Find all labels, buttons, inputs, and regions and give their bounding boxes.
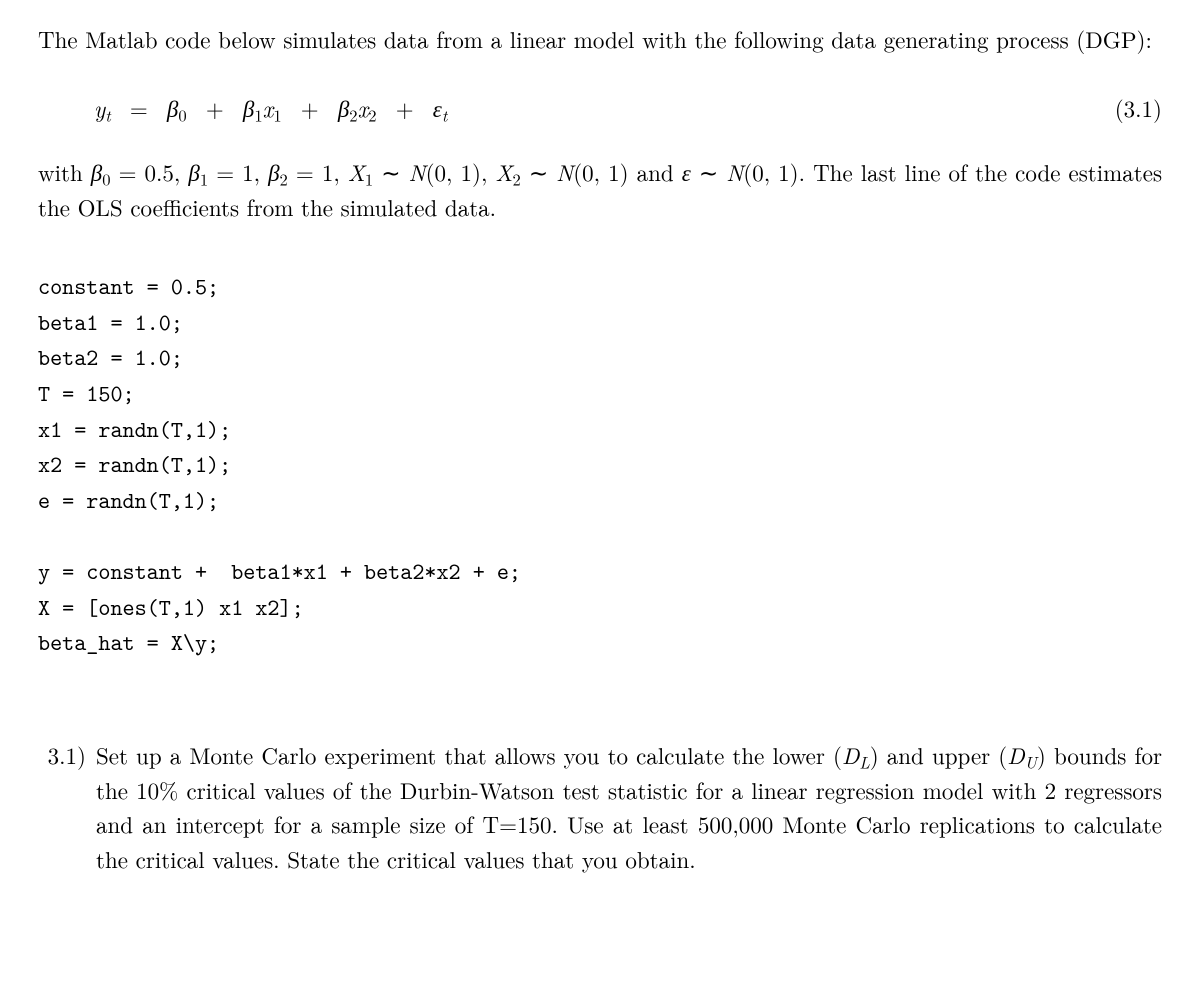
aft-X1: X [348, 155, 365, 188]
code-line-9: y = constant + beta1*x1 + beta2*x2 + e; [38, 557, 521, 587]
question-label: 3.1) [38, 738, 96, 773]
eq-x2: x [358, 91, 369, 124]
eq-eps-sub: t [442, 102, 448, 126]
q-DU: D [1007, 738, 1024, 771]
eq-eps: ε [433, 91, 442, 124]
aft-N01c: (0, 1). [743, 155, 813, 188]
aft-eps: ε [682, 155, 691, 188]
eq-x1-sub: 1 [273, 102, 281, 126]
code-line-5: x1 = randn(T,1); [38, 415, 231, 445]
eq-y: y [94, 91, 105, 124]
eq-x1: x [263, 91, 274, 124]
aft-eps-dist: ∼ [691, 155, 726, 188]
eq-y-sub: t [105, 102, 111, 126]
aft-N1: N [409, 155, 426, 188]
code-line-6: x2 = randn(T,1); [38, 450, 231, 480]
question-body: Set up a Monte Carlo experiment that all… [96, 738, 1162, 876]
aft-b2-sub: 2 [280, 167, 288, 191]
aft-b0-sub: 0 [102, 167, 110, 191]
equation-body: yt = β0 + β1x1 + β2x2 + εt [94, 91, 447, 126]
code-line-2: beta1 = 1.0; [38, 308, 183, 338]
aft-X2: X [495, 155, 512, 188]
aft-b2: β [268, 155, 279, 188]
after-equation-paragraph: with β0 = 0.5, β1 = 1, β2 = 1, X1 ∼ N(0,… [38, 155, 1162, 224]
eq-beta2-sub: 2 [349, 102, 357, 126]
eq-x2-sub: 2 [368, 102, 376, 126]
aft-N3: N [726, 155, 743, 188]
code-line-3: beta2 = 1.0; [38, 343, 183, 373]
code-line-1: constant = 0.5; [38, 272, 219, 302]
aft-b1: β [188, 155, 199, 188]
aft-X2-sub: 2 [512, 167, 520, 191]
matlab-code-block: constant = 0.5; beta1 = 1.0; beta2 = 1.0… [38, 270, 1162, 662]
eq-beta1-sub: 1 [254, 102, 262, 126]
aft-N01a: (0, 1), [426, 155, 496, 188]
aft-b1-sub: 1 [200, 167, 208, 191]
aft-b0: β [91, 155, 102, 188]
aft-b1-eq: = 1, [208, 155, 268, 188]
code-line-4: T = 150; [38, 379, 135, 409]
q-mid1: ) and upper ( [870, 738, 1008, 771]
aft-N01b: (0, 1) and [573, 155, 682, 188]
aft-X1-sub: 1 [365, 167, 373, 191]
aft-b0-eq: = 0.5, [111, 155, 189, 188]
q-pre: Set up a Monte Carlo experiment that all… [96, 738, 842, 771]
aft-N2: N [556, 155, 573, 188]
eq-beta2: β [338, 91, 349, 124]
equation-number: (3.1) [1115, 91, 1162, 126]
question-3-1: 3.1) Set up a Monte Carlo experiment tha… [38, 738, 1162, 876]
q-DL: D [842, 738, 859, 771]
q-DL-sub: L [859, 750, 869, 774]
eq-beta0-sub: 0 [178, 102, 186, 126]
code-line-10: X = [ones(T,1) x1 x2]; [38, 593, 304, 623]
q-DU-sub: U [1025, 750, 1037, 774]
code-line-11: beta_hat = X\y; [38, 628, 219, 658]
intro-paragraph: The Matlab code below simulates data fro… [38, 22, 1162, 57]
aft-b2-eq: = 1, [288, 155, 348, 188]
aft-X2-dist: ∼ [521, 155, 556, 188]
aft-X1-dist: ∼ [373, 155, 408, 188]
eq-beta0: β [167, 91, 178, 124]
aft-lead: with [38, 155, 91, 188]
eq-beta1: β [243, 91, 254, 124]
code-line-7: e = randn(T,1); [38, 486, 219, 516]
equation-3-1: yt = β0 + β1x1 + β2x2 + εt (3.1) [38, 91, 1162, 126]
